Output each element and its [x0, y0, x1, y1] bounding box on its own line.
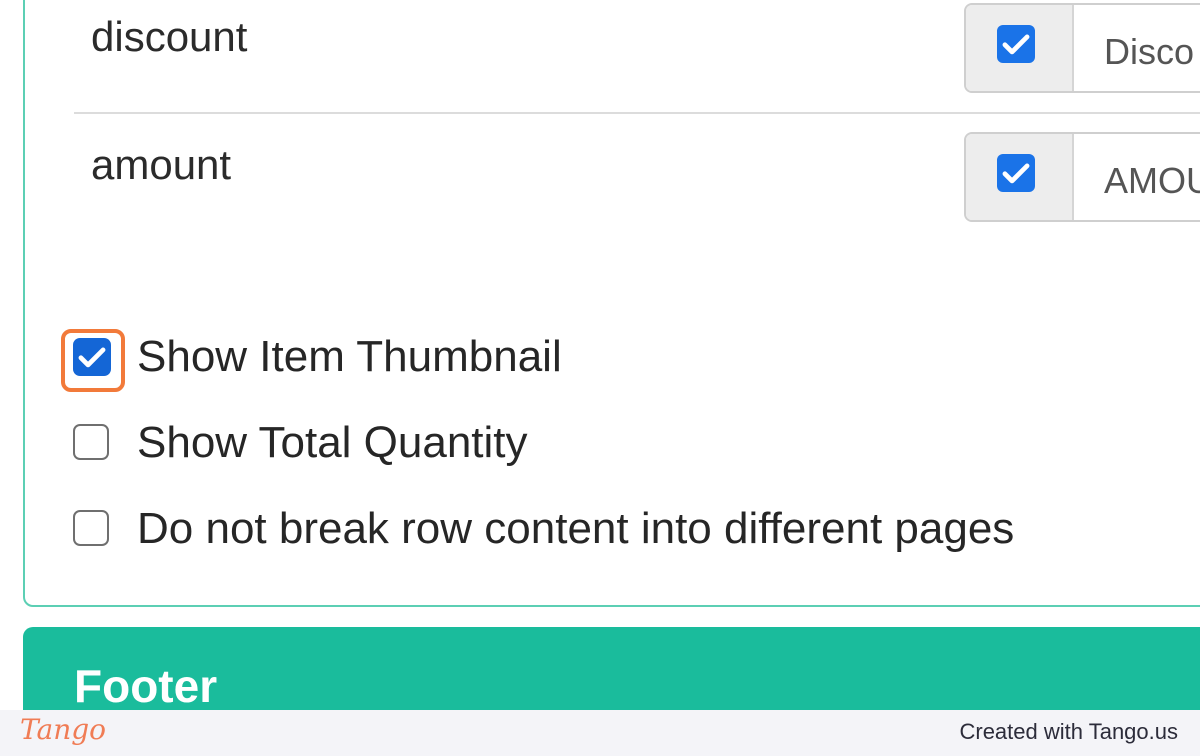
- amount-label-input[interactable]: AMOU: [1104, 160, 1200, 202]
- discount-label-input[interactable]: Disco: [1104, 31, 1194, 73]
- discount-checkbox-addon: [966, 5, 1074, 91]
- footer-title: Footer: [74, 660, 218, 712]
- screenshot-stage: discount Disco amount AMOU: [0, 0, 1200, 756]
- show-item-thumbnail-checkbox[interactable]: [73, 338, 111, 376]
- column-name-discount: discount: [91, 13, 248, 60]
- show-item-thumbnail-label[interactable]: Show Item Thumbnail: [137, 335, 562, 379]
- amount-input-group: AMOU: [964, 132, 1200, 222]
- column-name-amount: amount: [91, 141, 232, 188]
- amount-enabled-checkbox[interactable]: [997, 154, 1035, 192]
- tango-credit: Created with Tango.us: [959, 719, 1178, 744]
- no-break-rows-label[interactable]: Do not break row content into different …: [137, 507, 1014, 551]
- tango-watermark-bar: Tango Created with Tango.us: [0, 710, 1200, 756]
- checkmark-icon: [1002, 163, 1030, 184]
- row-divider: [74, 112, 1200, 114]
- show-total-quantity-checkbox[interactable]: [73, 424, 109, 460]
- tango-logo: Tango: [20, 713, 107, 746]
- discount-input-group: Disco: [964, 3, 1200, 93]
- no-break-rows-checkbox[interactable]: [73, 510, 109, 546]
- show-total-quantity-label[interactable]: Show Total Quantity: [137, 421, 528, 465]
- amount-checkbox-addon: [966, 134, 1074, 220]
- checkmark-icon: [78, 347, 106, 368]
- checkmark-icon: [1002, 34, 1030, 55]
- discount-enabled-checkbox[interactable]: [997, 25, 1035, 63]
